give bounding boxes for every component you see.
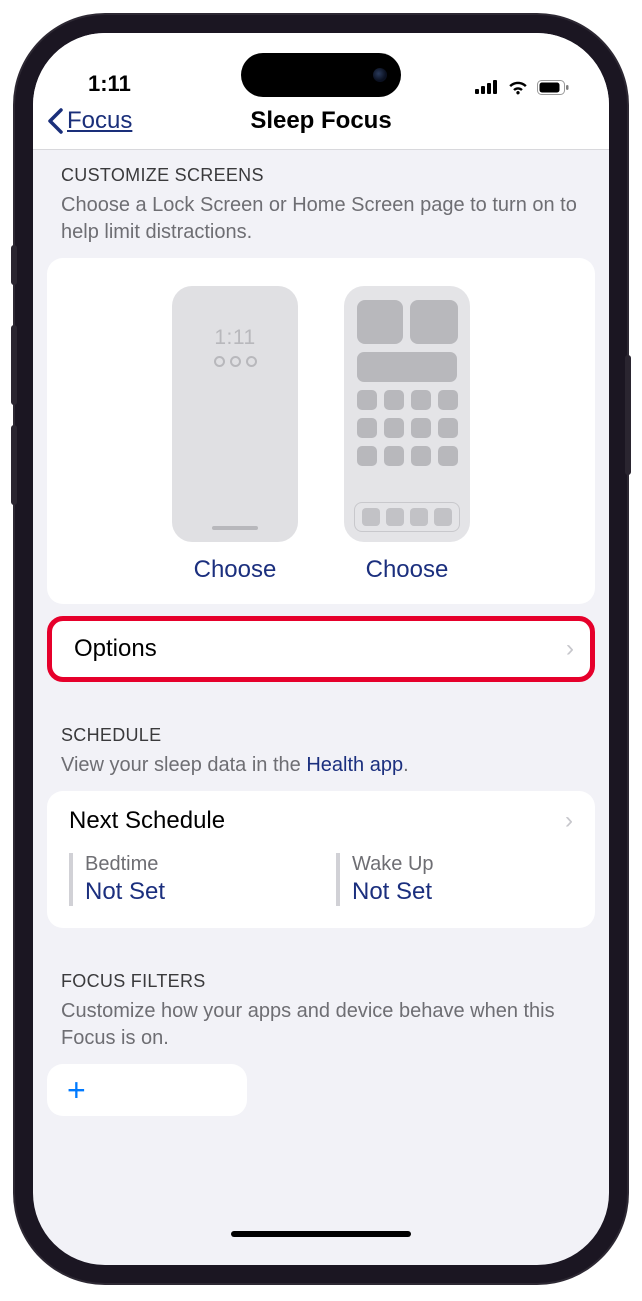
- lock-screen-preview[interactable]: 1:11: [172, 286, 298, 542]
- options-label: Options: [74, 635, 157, 663]
- choose-lock-button[interactable]: Choose: [194, 556, 277, 584]
- back-label: Focus: [67, 107, 132, 135]
- customize-screens-card: 1:11 Choose Choose: [47, 258, 595, 604]
- wakeup-label: Wake Up: [352, 853, 573, 876]
- choose-home-button[interactable]: Choose: [366, 556, 449, 584]
- nav-bar: Focus Sleep Focus: [33, 103, 609, 150]
- battery-icon: [537, 80, 569, 95]
- lock-preview-clock: 1:11: [214, 326, 255, 350]
- plus-icon: +: [67, 1078, 227, 1102]
- health-app-link[interactable]: Health app: [306, 754, 403, 776]
- options-row[interactable]: Options ›: [47, 616, 595, 682]
- content-scroll[interactable]: Customize Screens Choose a Lock Screen o…: [33, 150, 609, 1256]
- bedtime-value: Not Set: [85, 878, 306, 906]
- dock-icon: [354, 502, 460, 532]
- home-indicator[interactable]: [231, 1231, 411, 1237]
- schedule-sub-post: .: [403, 754, 409, 776]
- customize-header: Customize Screens: [33, 150, 609, 190]
- chevron-right-icon: ›: [565, 807, 573, 835]
- chevron-right-icon: ›: [566, 635, 574, 663]
- customize-subtitle: Choose a Lock Screen or Home Screen page…: [33, 190, 609, 258]
- dynamic-island: [241, 53, 401, 97]
- schedule-header: Schedule: [33, 710, 609, 750]
- home-screen-preview[interactable]: [344, 286, 470, 542]
- screen: 1:11 Focus Sleep Focus Customize Screens…: [33, 33, 609, 1265]
- volume-up-button: [11, 325, 17, 405]
- add-filter-card[interactable]: +: [47, 1064, 247, 1116]
- status-time: 1:11: [88, 71, 131, 97]
- wakeup-value: Not Set: [352, 878, 573, 906]
- lock-preview-widgets: [214, 356, 257, 367]
- wifi-icon: [507, 79, 529, 95]
- volume-down-button: [11, 425, 17, 505]
- wakeup-block: Wake Up Not Set: [336, 853, 573, 906]
- schedule-subtitle: View your sleep data in the Health app.: [33, 750, 609, 791]
- bedtime-block: Bedtime Not Set: [69, 853, 306, 906]
- camera-dot: [373, 68, 387, 82]
- iphone-frame: 1:11 Focus Sleep Focus Customize Screens…: [15, 15, 627, 1283]
- next-schedule-row[interactable]: Next Schedule ›: [69, 807, 573, 835]
- filters-subtitle: Customize how your apps and device behav…: [33, 996, 609, 1064]
- home-screen-column: Choose: [344, 286, 470, 584]
- chevron-left-icon: [47, 108, 63, 134]
- cellular-icon: [475, 80, 499, 94]
- filters-header: Focus Filters: [33, 956, 609, 996]
- power-button: [625, 355, 631, 475]
- back-button[interactable]: Focus: [47, 107, 132, 135]
- next-schedule-card[interactable]: Next Schedule › Bedtime Not Set Wake Up …: [47, 791, 595, 928]
- bedtime-label: Bedtime: [85, 853, 306, 876]
- home-bar-icon: [212, 526, 258, 530]
- mute-switch: [11, 245, 17, 285]
- next-schedule-label: Next Schedule: [69, 807, 225, 835]
- lock-screen-column: 1:11 Choose: [172, 286, 298, 584]
- schedule-sub-pre: View your sleep data in the: [61, 754, 306, 776]
